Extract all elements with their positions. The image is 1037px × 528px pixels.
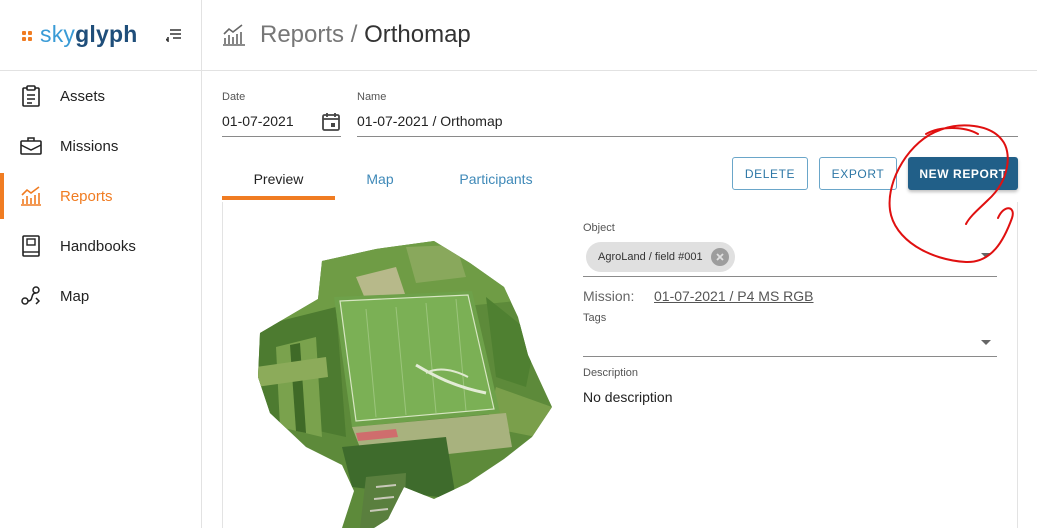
object-chip[interactable]: AgroLand / field #001	[586, 242, 735, 272]
logo-text: skyglyph	[40, 21, 138, 47]
map-route-icon	[20, 285, 42, 307]
tab-preview[interactable]: Preview	[222, 158, 335, 200]
sidebar-item-assets[interactable]: Assets	[0, 71, 201, 121]
mission-link[interactable]: 01-07-2021 / P4 MS RGB	[654, 288, 814, 304]
logo-mark-icon	[22, 28, 36, 42]
tags-label: Tags	[583, 312, 607, 324]
chart-icon	[222, 24, 246, 46]
tab-map[interactable]: Map	[335, 158, 425, 200]
chart-icon	[20, 185, 42, 207]
date-label: Date	[222, 91, 246, 103]
sidebar-item-label: Reports	[60, 187, 113, 205]
object-underline	[583, 276, 997, 277]
breadcrumb-section[interactable]: Reports	[260, 21, 344, 48]
active-tab-indicator	[222, 196, 335, 200]
sidebar-item-missions[interactable]: Missions	[0, 121, 201, 171]
sidebar-item-label: Missions	[60, 137, 119, 155]
orthomap-preview-image[interactable]	[256, 237, 556, 528]
tags-underline	[583, 356, 997, 357]
name-label: Name	[357, 91, 387, 103]
book-icon	[20, 235, 42, 257]
remove-chip-icon[interactable]	[710, 248, 729, 266]
description-label: Description	[583, 367, 639, 379]
sidebar-item-reports[interactable]: Reports	[0, 171, 201, 221]
sidebar-item-map[interactable]: Map	[0, 271, 201, 321]
name-underline	[357, 136, 1018, 137]
tags-dropdown-arrow-icon[interactable]	[981, 340, 991, 345]
sidebar-item-handbooks[interactable]: Handbooks	[0, 221, 201, 271]
object-chip-label: AgroLand / field #001	[598, 251, 703, 263]
date-field[interactable]: 01-07-2021	[222, 113, 294, 129]
date-underline	[222, 136, 341, 137]
sidebar-nav: Assets Missions Reports Handbooks Map	[0, 71, 201, 321]
object-label: Object	[583, 222, 615, 234]
sidebar-item-label: Handbooks	[60, 237, 136, 255]
brand-area: skyglyph	[0, 0, 201, 71]
clipboard-icon	[20, 85, 42, 107]
logo[interactable]: skyglyph	[22, 21, 137, 48]
name-field[interactable]: 01-07-2021 / Orthomap	[357, 113, 503, 129]
calendar-icon[interactable]	[322, 112, 340, 131]
new-report-button[interactable]: NEW REPORT	[908, 157, 1018, 190]
description-value: No description	[583, 389, 673, 405]
page-title: Orthomap	[364, 21, 471, 48]
export-button[interactable]: EXPORT	[819, 157, 897, 190]
sidebar-item-label: Map	[60, 287, 90, 305]
sidebar: skyglyph Assets Missions Reports Handboo…	[0, 0, 202, 528]
sidebar-item-label: Assets	[60, 87, 106, 105]
collapse-menu-icon[interactable]	[165, 28, 182, 43]
mission-label: Mission:	[583, 288, 635, 304]
page-header: Reports / Orthomap	[202, 0, 1037, 71]
tags-input[interactable]	[583, 328, 997, 356]
briefcase-icon	[20, 135, 42, 157]
object-dropdown-arrow-icon[interactable]	[981, 253, 991, 258]
breadcrumb: Reports / Orthomap	[260, 21, 471, 48]
delete-button[interactable]: DELETE	[732, 157, 808, 190]
tab-participants[interactable]: Participants	[440, 158, 552, 200]
